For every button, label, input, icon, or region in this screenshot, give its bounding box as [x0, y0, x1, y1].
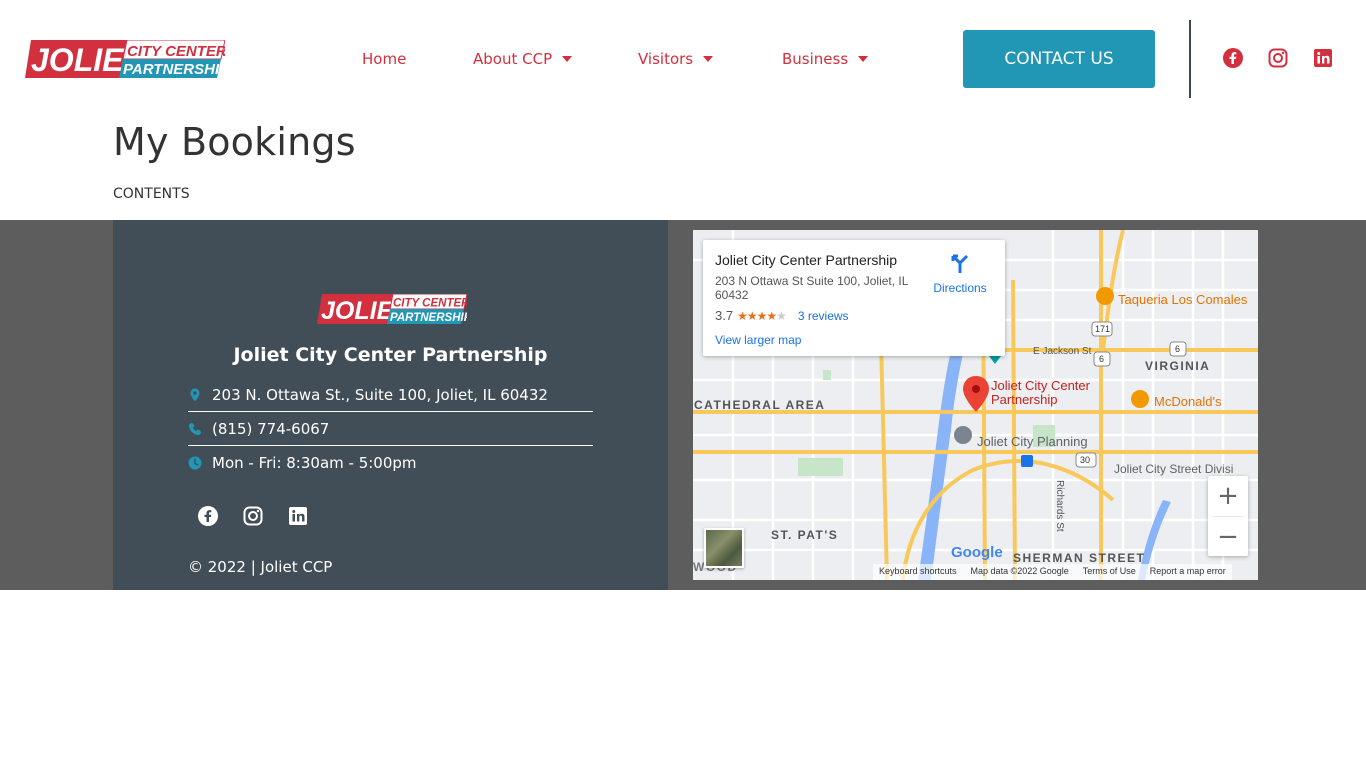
- phone-icon: [189, 422, 201, 435]
- nav-about-label: About CCP: [473, 50, 553, 68]
- map-card-title: Joliet City Center Partnership: [715, 252, 898, 268]
- google-logo: Google: [951, 544, 1003, 561]
- map-card-rating-row: 3.7 ★★★★★ 3 reviews: [715, 308, 849, 323]
- nav-home[interactable]: Home: [362, 48, 406, 70]
- chevron-down-icon: [703, 56, 714, 62]
- directions-label: Directions: [933, 281, 987, 295]
- satellite-toggle-button[interactable]: [704, 528, 744, 568]
- route-171-label: 171: [1095, 324, 1111, 334]
- map-label-jccp-1[interactable]: Joliet City Center: [991, 379, 1090, 393]
- map-label-richards-st: Richards St: [1054, 480, 1065, 532]
- clock-icon: [188, 456, 202, 470]
- footer-org-name: Joliet City Center Partnership: [233, 344, 548, 366]
- footer-address-row: 203 N. Ottawa St., Suite 100, Joliet, IL…: [188, 378, 593, 412]
- view-larger-map-link[interactable]: View larger map: [715, 333, 801, 347]
- map-card-reviews-link[interactable]: 3 reviews: [798, 309, 849, 323]
- map-label-jccp-2[interactable]: Partnership: [991, 393, 1057, 407]
- instagram-icon[interactable]: [1268, 48, 1288, 68]
- facebook-icon[interactable]: [198, 506, 218, 526]
- footer-phone-row[interactable]: (815) 774-6067: [188, 412, 593, 446]
- site-logo[interactable]: JOLIET CITY CENTER PARTNERSHIP: [25, 40, 225, 78]
- map-label-city-planning[interactable]: Joliet City Planning: [977, 434, 1088, 449]
- nav-about-ccp[interactable]: About CCP: [473, 48, 573, 70]
- nav-business[interactable]: Business: [782, 48, 869, 70]
- site-header: JOLIET CITY CENTER PARTNERSHIP Home Abou…: [0, 0, 1366, 112]
- directions-icon: [951, 254, 969, 273]
- map-label-virginia: VIRGINIA: [1145, 359, 1211, 373]
- footer-logo-city-center-text: CITY CENTER: [393, 298, 467, 310]
- instagram-icon[interactable]: [243, 506, 263, 526]
- footer-logo-partnership-text: PARTNERSHIP: [390, 312, 467, 324]
- google-logo-text: Google: [951, 544, 1003, 561]
- linkedin-icon[interactable]: [1313, 48, 1333, 68]
- chevron-down-icon: [858, 56, 869, 62]
- header-divider: [1189, 20, 1191, 98]
- zoom-in-button[interactable]: +: [1208, 476, 1248, 516]
- route-6-label-a: 6: [1099, 354, 1105, 364]
- footer-info-panel: JOLIET CITY CENTER PARTNERSHIP Joliet Ci…: [113, 220, 668, 590]
- footer-logo[interactable]: JOLIET CITY CENTER PARTNERSHIP: [317, 294, 467, 324]
- route-30-label: 30: [1080, 455, 1091, 465]
- chevron-down-icon: [562, 56, 573, 62]
- map-label-mcdonalds[interactable]: McDonald's: [1154, 394, 1222, 409]
- footer-phone: (815) 774-6067: [212, 419, 330, 438]
- map-label-jackson: E Jackson St: [1033, 346, 1092, 357]
- linkedin-icon[interactable]: [288, 506, 308, 526]
- contact-us-button[interactable]: CONTACT US: [963, 30, 1155, 88]
- page-title: My Bookings: [113, 120, 356, 164]
- footer-address: 203 N. Ottawa St., Suite 100, Joliet, IL…: [212, 385, 548, 404]
- footer-hours-row: Mon - Fri: 8:30am - 5:00pm: [188, 446, 593, 480]
- nav-visitors[interactable]: Visitors: [638, 48, 714, 70]
- star-rating-icon: ★★★★★: [737, 308, 787, 323]
- logo-city-center-text: CITY CENTER: [127, 43, 225, 60]
- map-zoom-control: + −: [1208, 476, 1248, 556]
- google-map[interactable]: Taqueria Los Comales E Jackson St VIRGIN…: [693, 230, 1258, 580]
- map-marker-icon: [190, 388, 200, 401]
- site-footer: JOLIET CITY CENTER PARTNERSHIP Joliet Ci…: [0, 220, 1366, 590]
- map-label-st-pats: ST. PAT'S: [771, 528, 839, 542]
- map-data-label: Map data ©2022 Google: [970, 566, 1069, 576]
- nav-business-label: Business: [782, 50, 849, 68]
- map-label-street-division[interactable]: Joliet City Street Divisi: [1114, 462, 1233, 476]
- map-label-sherman-street: SHERMAN STREET: [1013, 551, 1146, 565]
- map-card-address: 203 N Ottawa St Suite 100, Joliet, IL 60…: [715, 274, 908, 302]
- map-attribution: Keyboard shortcuts Map data ©2022 Google…: [873, 564, 1232, 580]
- logo-partnership-text: PARTNERSHIP: [123, 61, 225, 78]
- terms-of-use-link[interactable]: Terms of Use: [1083, 566, 1136, 578]
- keyboard-shortcuts-link[interactable]: Keyboard shortcuts: [879, 566, 957, 578]
- footer-copyright: © 2022 | Joliet CCP: [188, 558, 333, 576]
- map-label-cathedral-area: CATHEDRAL AREA: [694, 398, 826, 412]
- directions-button[interactable]: Directions: [925, 252, 995, 295]
- map-label-taqueria[interactable]: Taqueria Los Comales: [1118, 292, 1247, 307]
- report-map-error-link[interactable]: Report a map error: [1150, 566, 1226, 578]
- contents-label: CONTENTS: [113, 186, 190, 202]
- nav-visitors-label: Visitors: [638, 50, 694, 68]
- nav-home-label: Home: [362, 50, 407, 68]
- route-6-label-b: 6: [1175, 344, 1181, 354]
- map-card-rating: 3.7: [715, 308, 734, 323]
- map-info-card: Joliet City Center Partnership 203 N Ott…: [703, 240, 1005, 356]
- zoom-out-button[interactable]: −: [1208, 517, 1248, 557]
- footer-hours: Mon - Fri: 8:30am - 5:00pm: [212, 454, 417, 472]
- facebook-icon[interactable]: [1223, 48, 1243, 68]
